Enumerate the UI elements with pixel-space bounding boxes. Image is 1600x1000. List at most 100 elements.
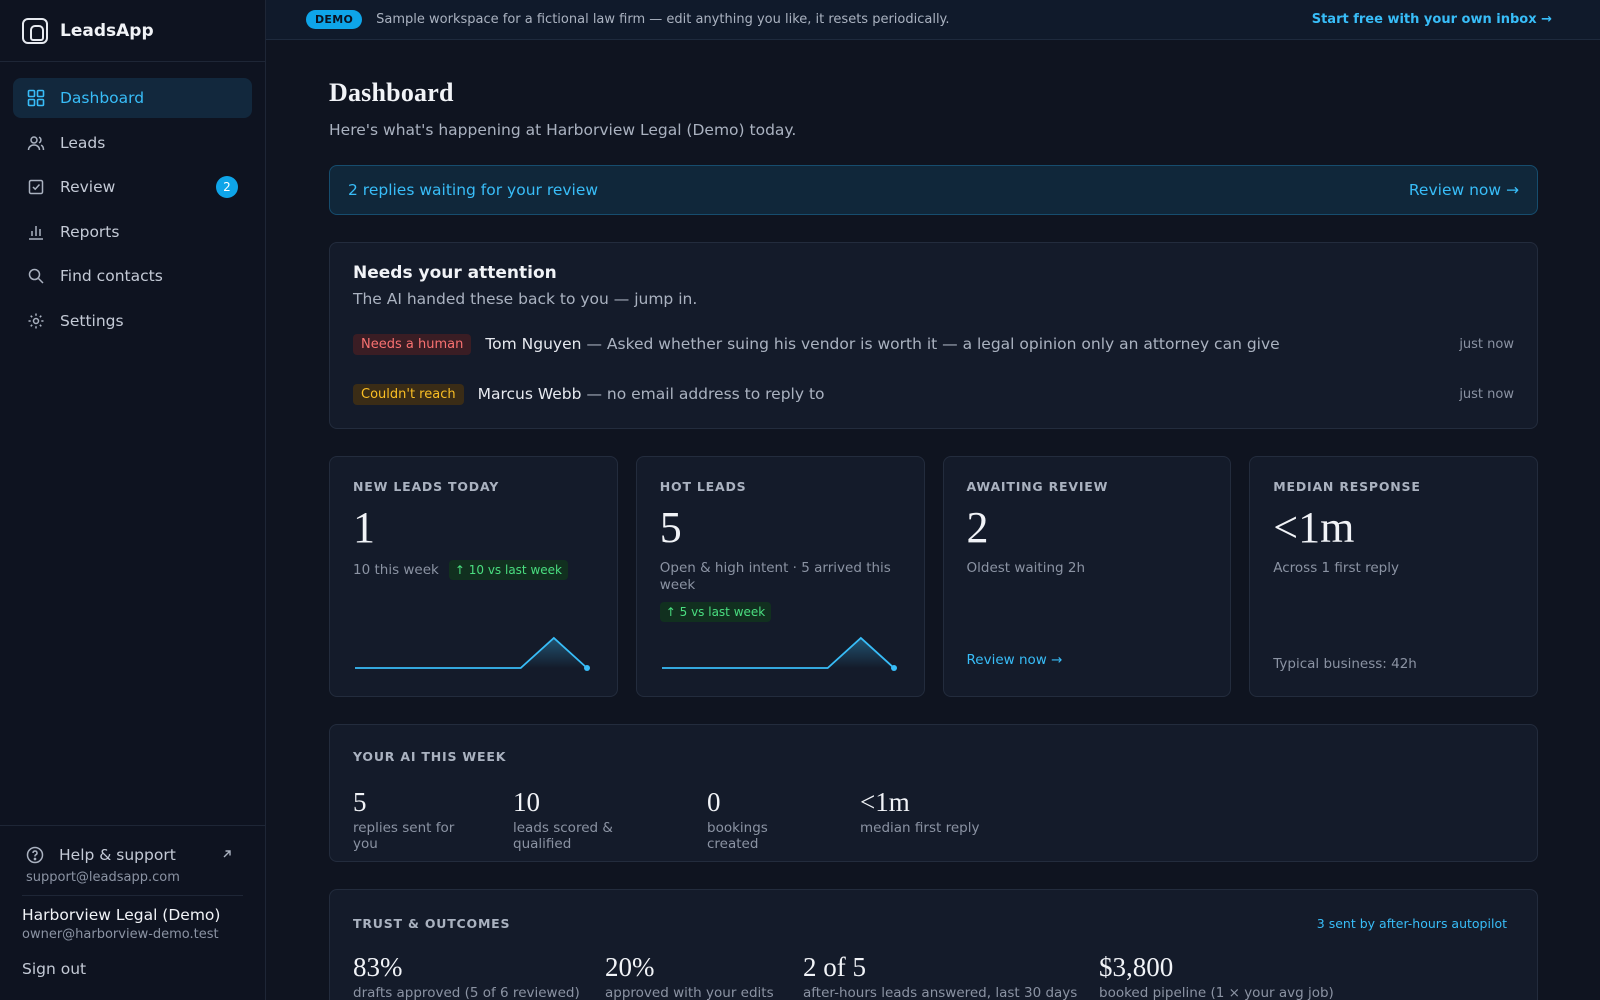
stat-sub: Oldest waiting 2h	[966, 560, 1086, 576]
trust-metric: 20% approved with your edits	[605, 951, 803, 1000]
metric-value: <1m	[860, 787, 910, 817]
trust-outcomes-card: TRUST & OUTCOMES 3 sent by after-hours a…	[329, 889, 1538, 1000]
metric-label: bookings created	[707, 820, 768, 852]
check-square-icon	[27, 178, 45, 196]
external-link-icon	[223, 850, 231, 858]
stat-value: 1	[353, 503, 375, 552]
attention-item[interactable]: Couldn't reach Marcus Webb — no email ad…	[353, 380, 1514, 408]
help-support-link[interactable]: Help & support	[22, 826, 243, 884]
grid-icon	[27, 89, 45, 107]
sidebar-item-label: Find contacts	[60, 267, 163, 285]
stat-sub-row: 10 this week ↑ 10 vs last week	[353, 560, 594, 580]
sidebar-item-label: Dashboard	[60, 89, 145, 107]
review-now-link[interactable]: Review now →	[967, 652, 1063, 668]
sidebar-item-dashboard[interactable]: Dashboard	[13, 78, 252, 118]
stat-sub: 10 this week	[353, 562, 439, 578]
stat-value: <1m	[1273, 503, 1355, 552]
sparkline-area	[661, 638, 894, 668]
delta-badge: ↑ 10 vs last week	[448, 560, 568, 580]
section-label: TRUST & OUTCOMES	[353, 916, 511, 931]
demo-badge: DEMO	[306, 10, 363, 29]
sparkline-end-point	[890, 665, 897, 671]
sidebar-item-reports[interactable]: Reports	[13, 212, 252, 252]
metric-label: leads scored & qualified	[513, 820, 613, 852]
couldnt-reach-tag: Couldn't reach	[353, 383, 464, 405]
stat-value: 2	[966, 503, 989, 552]
review-callout-text: 2 replies waiting for your review	[348, 181, 599, 199]
metric-label: approved with your edits	[605, 985, 774, 1000]
attention-card: Needs your attention The AI handed these…	[329, 242, 1538, 429]
trust-metrics: 83% drafts approved (5 of 6 reviewed) 20…	[353, 951, 1507, 1000]
attention-title: Needs your attention	[353, 263, 557, 283]
metric-label: drafts approved (5 of 6 reviewed)	[353, 985, 580, 1000]
delta-badge: ↑ 5 vs last week	[659, 602, 772, 622]
stat-label: AWAITING REVIEW	[966, 479, 1109, 494]
review-callout[interactable]: 2 replies waiting for your review Review…	[329, 165, 1538, 215]
stat-label: NEW LEADS TODAY	[353, 479, 500, 494]
sign-out-button[interactable]: Sign out	[22, 960, 243, 978]
sidebar-item-leads[interactable]: Leads	[13, 123, 252, 163]
sidebar-item-find-contacts[interactable]: Find contacts	[13, 256, 252, 296]
gear-icon	[27, 312, 45, 330]
stat-card-hot-leads[interactable]: HOT LEADS 5 Open & high intent · 5 arriv…	[635, 456, 925, 697]
metric-label: after-hours leads answered, last 30 days	[803, 985, 1078, 1000]
typical-business-note: Typical business: 42h	[1273, 656, 1417, 672]
help-label: Help & support	[59, 846, 176, 864]
main-content: Dashboard Here's what's happening at Har…	[329, 40, 1538, 1000]
banner-text: Sample workspace for a fictional law fir…	[376, 12, 950, 27]
lead-name: Marcus Webb	[477, 385, 582, 403]
metric-label: replies sent for you	[353, 820, 455, 852]
metric-value: 83%	[353, 952, 403, 982]
stat-card-new-leads[interactable]: NEW LEADS TODAY 1 10 this week ↑ 10 vs l…	[329, 456, 618, 697]
bar-chart-icon	[27, 223, 45, 241]
lead-reason: — Asked whether suing his vendor is wort…	[586, 335, 1280, 353]
section-label: YOUR AI THIS WEEK	[353, 749, 507, 764]
item-time: just now	[1459, 386, 1514, 402]
review-now-link[interactable]: Review now →	[1409, 181, 1519, 199]
stat-sub: Open & high intent · 5 arrived this week	[659, 560, 891, 593]
logo-icon	[22, 17, 48, 44]
start-free-link[interactable]: Start free with your own inbox →	[1312, 12, 1552, 27]
sidebar-footer: Help & support support@leadsapp.com Harb…	[0, 825, 265, 1000]
sparkline	[355, 636, 590, 671]
app-name: LeadsApp	[60, 20, 154, 41]
review-count-badge: 2	[216, 176, 238, 198]
lead-name: Tom Nguyen	[485, 335, 582, 353]
sidebar-item-settings[interactable]: Settings	[13, 301, 252, 341]
metric-value: 20%	[605, 952, 655, 982]
brand[interactable]: LeadsApp	[0, 0, 265, 62]
stat-cards: NEW LEADS TODAY 1 10 this week ↑ 10 vs l…	[329, 456, 1538, 697]
users-icon	[27, 134, 45, 152]
stat-card-median-response[interactable]: MEDIAN RESPONSE <1m Across 1 first reply…	[1249, 456, 1538, 697]
sidebar-item-label: Review	[60, 178, 116, 196]
account-email: owner@harborview-demo.test	[22, 927, 219, 942]
stat-value: 5	[659, 503, 682, 552]
sidebar-item-label: Leads	[60, 133, 106, 152]
needs-human-tag: Needs a human	[353, 333, 472, 355]
metric-value: 0	[707, 787, 721, 817]
autopilot-link[interactable]: 3 sent by after-hours autopilot	[1317, 916, 1507, 931]
sparkline-area	[355, 638, 587, 668]
sidebar-nav: Dashboard Leads Review 2 Reports Find co…	[0, 62, 265, 361]
ai-metrics: 5 replies sent for you 10 leads scored &…	[353, 786, 1514, 852]
metric-label: booked pipeline (1 × your avg job)	[1099, 985, 1334, 1000]
sidebar-item-label: Settings	[60, 311, 124, 330]
stat-card-awaiting-review[interactable]: AWAITING REVIEW 2 Oldest waiting 2h Revi…	[942, 456, 1232, 697]
sidebar-item-label: Reports	[60, 222, 120, 241]
metric-value: $3,800	[1099, 952, 1174, 982]
sidebar-item-review[interactable]: Review 2	[13, 167, 252, 207]
stat-label: HOT LEADS	[659, 479, 747, 494]
attention-item[interactable]: Needs a human Tom Nguyen — Asked whether…	[353, 330, 1514, 358]
metric-label: median first reply	[860, 820, 980, 836]
sparkline	[661, 636, 897, 671]
page-title: Dashboard	[329, 78, 454, 107]
metric-value: 5	[353, 787, 367, 817]
demo-banner: DEMO Sample workspace for a fictional la…	[266, 0, 1600, 40]
lead-reason: — no email address to reply to	[586, 385, 825, 403]
page-subtitle: Here's what's happening at Harborview Le…	[329, 121, 797, 139]
trust-metric: 2 of 5 after-hours leads answered, last …	[803, 951, 1099, 1000]
ai-metric: 5 replies sent for you	[353, 786, 469, 852]
trust-metric: 83% drafts approved (5 of 6 reviewed)	[353, 951, 605, 1000]
trust-header: TRUST & OUTCOMES 3 sent by after-hours a…	[353, 916, 1507, 931]
help-circle-icon	[26, 846, 44, 864]
